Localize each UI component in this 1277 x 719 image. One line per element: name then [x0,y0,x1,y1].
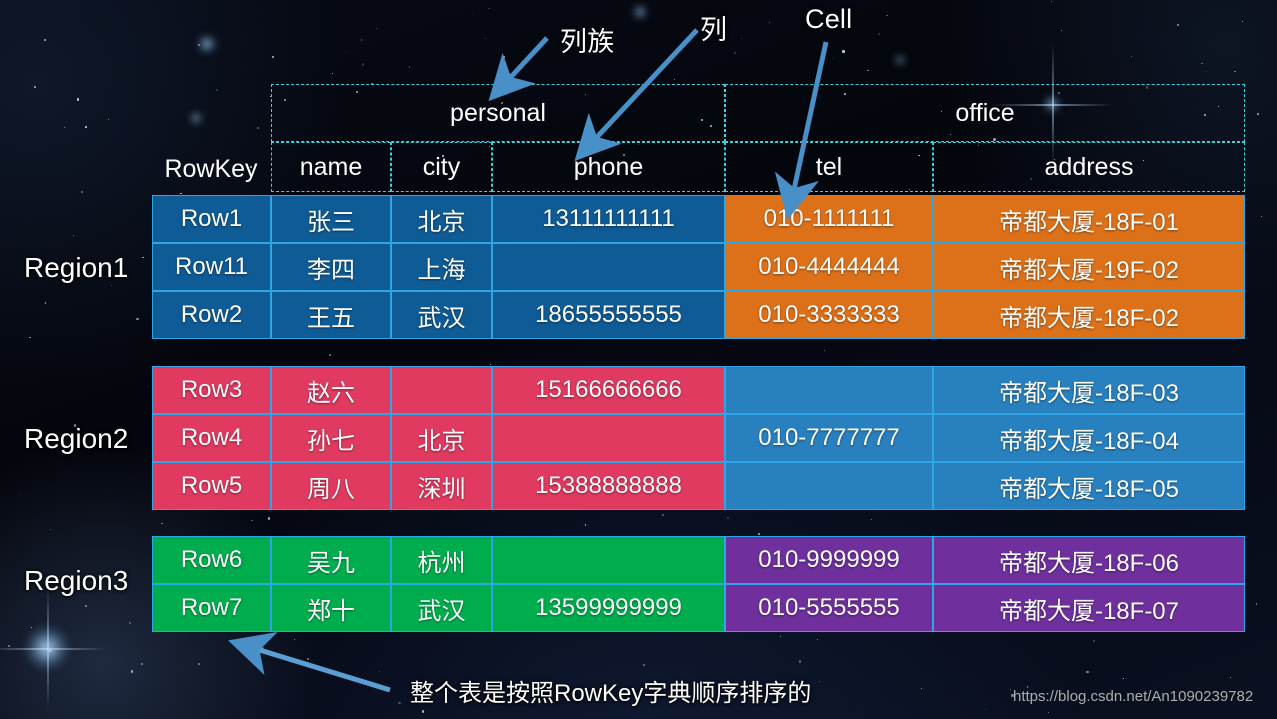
table-cell-tel [725,462,933,510]
table-cell-phone [492,243,725,291]
table-cell-tel: 010-7777777 [725,414,933,462]
column-header-phone: phone [492,142,725,192]
table-cell-address: 帝都大厦-18F-03 [933,366,1245,414]
table-cell-city [391,366,492,414]
table-cell-name: 周八 [271,462,391,510]
table-cell-name: 孙七 [271,414,391,462]
annotation-cell: Cell [805,4,853,34]
table-cell-name: 赵六 [271,366,391,414]
table-cell-rowkey: Row11 [152,243,271,291]
column-header-tel: tel [725,142,933,192]
table-cell-phone [492,414,725,462]
table-cell-address: 帝都大厦-18F-04 [933,414,1245,462]
bottom-caption: 整个表是按照RowKey字典顺序排序的 [410,680,812,707]
table-cell-tel: 010-1111111 [725,195,933,243]
table-cell-city: 上海 [391,243,492,291]
table-cell-name: 王五 [271,291,391,339]
column-header-name: name [271,142,391,192]
table-cell-city: 北京 [391,414,492,462]
table-cell-phone: 18655555555 [492,291,725,339]
table-cell-address: 帝都大厦-18F-05 [933,462,1245,510]
diagram-stage: 列族 列 Cell RowKey personal office name ci… [0,0,1277,719]
table-cell-city: 北京 [391,195,492,243]
table-cell-rowkey: Row5 [152,462,271,510]
table-cell-rowkey: Row3 [152,366,271,414]
annotation-column: 列 [700,15,728,45]
table-cell-city: 深圳 [391,462,492,510]
table-cell-phone: 15388888888 [492,462,725,510]
table-cell-tel: 010-4444444 [725,243,933,291]
table-cell-name: 张三 [271,195,391,243]
table-cell-address: 帝都大厦-19F-02 [933,243,1245,291]
region-label-region2: Region2 [24,423,129,454]
table-cell-tel: 010-5555555 [725,584,933,632]
table-cell-rowkey: Row4 [152,414,271,462]
table-cell-name: 郑十 [271,584,391,632]
table-cell-rowkey: Row1 [152,195,271,243]
table-cell-rowkey: Row2 [152,291,271,339]
region-label-region1: Region1 [24,252,129,283]
table-cell-phone: 13599999999 [492,584,725,632]
table-cell-address: 帝都大厦-18F-02 [933,291,1245,339]
table-cell-phone: 15166666666 [492,366,725,414]
table-cell-rowkey: Row6 [152,536,271,584]
annotation-column-family: 列族 [560,27,615,57]
column-header-address: address [933,142,1245,192]
table-cell-city: 武汉 [391,584,492,632]
table-cell-phone: 13111111111 [492,195,725,243]
table-cell-tel: 010-9999999 [725,536,933,584]
table-cell-phone [492,536,725,584]
watermark: https://blog.csdn.net/An1090239782 [1013,688,1254,705]
table-cell-city: 杭州 [391,536,492,584]
column-family-personal: personal [271,84,725,142]
column-family-office: office [725,84,1245,142]
table-cell-name: 吴九 [271,536,391,584]
table-cell-rowkey: Row7 [152,584,271,632]
table-cell-address: 帝都大厦-18F-01 [933,195,1245,243]
table-cell-address: 帝都大厦-18F-06 [933,536,1245,584]
rowkey-header: RowKey [164,154,258,183]
table-cell-tel [725,366,933,414]
column-header-city: city [391,142,492,192]
table-cell-tel: 010-3333333 [725,291,933,339]
table-cell-name: 李四 [271,243,391,291]
region-label-region3: Region3 [24,565,129,596]
table-cell-city: 武汉 [391,291,492,339]
table-cell-address: 帝都大厦-18F-07 [933,584,1245,632]
